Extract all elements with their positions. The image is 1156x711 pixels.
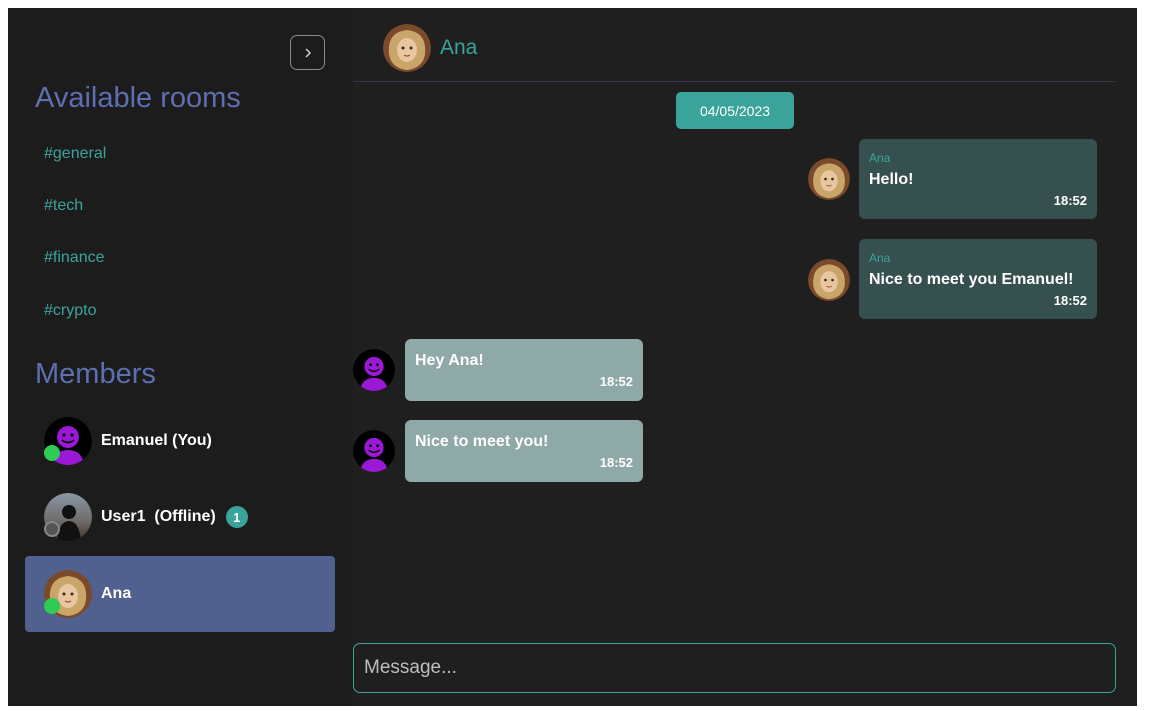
message-time: 18:52 [599, 374, 633, 389]
avatar [808, 259, 850, 301]
member-item-ana[interactable]: Ana [25, 556, 335, 632]
member-name: User1 (Offline) 1 [101, 479, 248, 555]
message-time: 18:52 [1053, 293, 1087, 308]
avatar [44, 493, 92, 541]
member-item-user1[interactable]: User1 (Offline) 1 [25, 479, 335, 555]
member-name: Emanuel (You) [101, 432, 212, 449]
user-silhouette-icon [353, 349, 395, 391]
message-bubble: Ana Nice to meet you Emanuel! 18:52 [859, 239, 1097, 319]
message-input[interactable] [364, 644, 1104, 692]
date-separator: 04/05/2023 [676, 92, 794, 129]
message-text: Nice to meet you Emanuel! [869, 271, 1074, 288]
chat-header-title: Ana [440, 36, 478, 59]
avatar [353, 430, 395, 472]
message-text: Nice to meet you! [415, 433, 549, 450]
message-composer [353, 643, 1116, 693]
avatar [44, 417, 92, 465]
message-bubble: Nice to meet you! 18:52 [405, 420, 643, 482]
member-item-emanuel[interactable]: Emanuel (You) [25, 403, 335, 479]
avatar [808, 158, 850, 200]
message-time: 18:52 [599, 455, 633, 470]
unread-badge: 1 [225, 506, 248, 528]
avatar [353, 349, 395, 391]
message-text: Hello! [869, 171, 914, 188]
message-sender: Ana [869, 151, 891, 165]
room-item-general[interactable]: #general [44, 145, 106, 163]
chat-header: Ana [353, 8, 1115, 82]
ana-avatar-icon [383, 24, 431, 72]
offline-status-dot [44, 521, 60, 537]
user-silhouette-icon [353, 430, 395, 472]
message-bubble: Ana Hello! 18:52 [859, 139, 1097, 219]
avatar [44, 570, 92, 618]
rooms-title: Available rooms [35, 82, 241, 114]
sidebar: Available rooms #general #tech #finance … [8, 8, 353, 706]
chevron-right-icon [304, 47, 311, 58]
message-sender: Ana [869, 251, 891, 265]
members-title: Members [35, 358, 156, 390]
sidebar-toggle-button[interactable] [290, 35, 325, 70]
message-time: 18:52 [1053, 193, 1087, 208]
avatar [383, 24, 431, 72]
member-name-text: User1 (Offline) [101, 508, 216, 525]
room-item-tech[interactable]: #tech [44, 197, 83, 215]
message-text: Hey Ana! [415, 352, 484, 369]
online-status-dot [44, 445, 60, 461]
room-item-crypto[interactable]: #crypto [44, 302, 96, 320]
chat-app: Available rooms #general #tech #finance … [8, 8, 1137, 706]
member-name: Ana [101, 585, 132, 602]
ana-avatar-icon [808, 158, 850, 200]
ana-avatar-icon [808, 259, 850, 301]
online-status-dot [44, 598, 60, 614]
message-bubble: Hey Ana! 18:52 [405, 339, 643, 401]
room-item-finance[interactable]: #finance [44, 249, 105, 267]
chat-panel: Ana 04/05/2023 Ana Hello! 18:52 Ana Nice… [353, 8, 1137, 706]
